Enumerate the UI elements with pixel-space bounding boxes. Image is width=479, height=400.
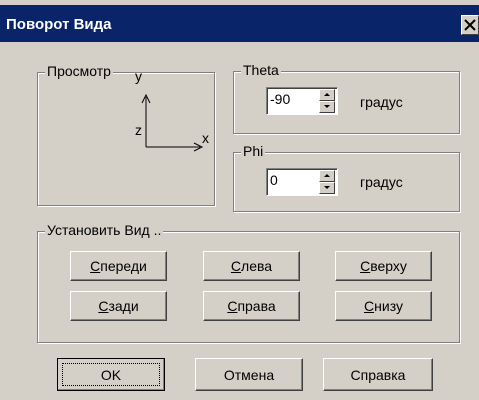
top-view-button[interactable]: Сверху	[335, 251, 432, 281]
theta-legend: Theta	[241, 62, 281, 78]
left-view-button[interactable]: Слева	[203, 251, 300, 281]
front-view-button[interactable]: Спереди	[70, 251, 167, 281]
rotate-view-dialog: Поворот Вида Просмотр y z x Theta -90 гр…	[0, 0, 479, 400]
phi-unit: градус	[360, 174, 403, 190]
phi-spin-down[interactable]	[319, 182, 335, 194]
axis-z-label: z	[135, 122, 142, 138]
axes-icon	[141, 93, 204, 152]
phi-value[interactable]: 0	[270, 172, 278, 188]
set-view-group: Установить Вид .. Спереди Слева Сверху С…	[37, 222, 460, 343]
arrow-down-icon	[324, 186, 330, 189]
theta-value[interactable]: -90	[270, 91, 290, 107]
theta-group: Theta -90 градус	[233, 62, 460, 134]
theta-unit: градус	[360, 94, 403, 110]
phi-spinbox[interactable]: 0	[266, 168, 338, 196]
back-view-button[interactable]: Сзади	[70, 291, 167, 321]
window-title: Поворот Вида	[6, 16, 112, 33]
right-view-button[interactable]: Справа	[203, 291, 300, 321]
title-bar: Поворот Вида	[0, 5, 479, 42]
theta-spin-down[interactable]	[319, 101, 335, 113]
theta-spin-up[interactable]	[319, 89, 335, 101]
ok-button[interactable]: OK	[57, 358, 165, 391]
preview-group: Просмотр y z x	[37, 63, 215, 206]
arrow-down-icon	[324, 105, 330, 108]
theta-spinbox[interactable]: -90	[266, 87, 338, 115]
axis-x-label: x	[202, 130, 209, 146]
axes-preview: y z x	[135, 73, 209, 152]
close-icon	[464, 19, 476, 31]
phi-group: Phi 0 градус	[233, 143, 460, 212]
set-view-legend: Установить Вид ..	[45, 222, 164, 238]
cancel-button[interactable]: Отмена	[195, 358, 303, 391]
phi-legend: Phi	[241, 143, 266, 159]
axis-y-label: y	[135, 73, 142, 84]
phi-spin-up[interactable]	[319, 170, 335, 182]
help-button[interactable]: Справка	[323, 358, 433, 391]
arrow-up-icon	[324, 174, 330, 177]
close-button[interactable]	[461, 15, 479, 35]
arrow-up-icon	[324, 93, 330, 96]
bottom-view-button[interactable]: Снизу	[335, 291, 432, 321]
